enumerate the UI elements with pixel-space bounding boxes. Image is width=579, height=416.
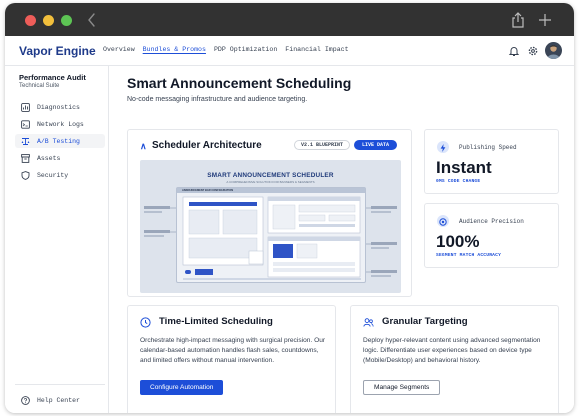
sidebar-item-label: Network Logs — [37, 120, 84, 128]
main-content: Smart Announcement Scheduling No-code me… — [109, 66, 574, 413]
metric-label: Audience Precision — [459, 218, 524, 225]
target-icon — [437, 215, 449, 227]
chevron-left-icon[interactable] — [85, 12, 99, 28]
metric-value: 100% — [436, 232, 480, 251]
manage-segments-button[interactable]: Manage Segments — [363, 380, 441, 395]
sidebar-subtitle: Technical Suite — [19, 83, 60, 89]
nav-link-bundles-promos[interactable]: Bundles & Promos — [143, 46, 206, 53]
page-title: Smart Announcement Scheduling — [127, 75, 352, 91]
avatar[interactable] — [545, 42, 562, 59]
nav-link-pdp-optimization[interactable]: PDP Optimization — [214, 46, 277, 53]
live-data-badge[interactable]: LIVE DATA — [354, 140, 398, 150]
version-badge: V2.1 BLUEPRINT — [294, 140, 351, 150]
minimize-window-button[interactable] — [43, 15, 54, 26]
metric-label: Publishing Speed — [459, 144, 517, 151]
sidebar-item-help-center[interactable]: Help Center — [15, 393, 105, 407]
metric-value: Instant — [436, 158, 492, 177]
title-bar — [5, 3, 574, 36]
sidebar-title: Performance Audit — [19, 73, 86, 82]
help-center-label: Help Center — [37, 396, 80, 404]
users-icon — [363, 318, 374, 327]
sidebar-item-label: A/B Testing — [37, 137, 80, 145]
gear-icon[interactable] — [527, 45, 539, 57]
nav-links: Overview Bundles & Promos PDP Optimizati… — [103, 46, 349, 53]
feature-description: Deploy hyper-relevant content using adva… — [363, 337, 541, 364]
audience-precision-card: Audience Precision 100% SEGMENT MATCH AC… — [424, 203, 559, 268]
lightning-icon — [437, 141, 449, 153]
sidebar-item-label: Security — [37, 171, 69, 179]
terminal-icon — [21, 119, 30, 129]
sidebar-item-diagnostics[interactable]: Diagnostics — [15, 100, 105, 114]
share-icon[interactable] — [510, 11, 526, 29]
sidebar-divider — [15, 384, 105, 385]
nav-link-overview[interactable]: Overview — [103, 46, 135, 53]
brand-logo[interactable]: Vapor Engine — [19, 44, 96, 58]
architecture-diagram: SMART ANNOUNCEMENT SCHEDULER A COMPREHEN… — [140, 160, 401, 293]
nav-link-financial-impact[interactable]: Financial Impact — [285, 46, 348, 53]
configure-automation-button[interactable]: Configure Automation — [140, 380, 224, 395]
top-navigation: Vapor Engine Overview Bundles & Promos P… — [5, 36, 574, 66]
ab-testing-icon — [21, 137, 30, 145]
sidebar-item-label: Assets — [37, 154, 61, 162]
zoom-window-button[interactable] — [61, 15, 72, 26]
app-window: Vapor Engine Overview Bundles & Promos P… — [5, 3, 574, 413]
sidebar-item-security[interactable]: Security — [15, 168, 105, 182]
publishing-speed-card: Publishing Speed Instant 0MS CODE CHANGE — [424, 129, 559, 194]
chevron-up-icon: ∧ — [140, 141, 147, 151]
sidebar-item-label: Diagnostics — [37, 103, 80, 111]
metric-caption: 0MS CODE CHANGE — [436, 179, 481, 184]
architecture-title: Scheduler Architecture — [152, 140, 262, 151]
sidebar-item-ab-testing[interactable]: A/B Testing — [15, 134, 105, 148]
sidebar-item-network-logs[interactable]: Network Logs — [15, 117, 105, 131]
assets-icon — [21, 153, 30, 163]
diagram-callouts — [144, 206, 397, 277]
feature-title: Time-Limited Scheduling — [159, 316, 273, 327]
shield-icon — [21, 170, 30, 180]
plus-icon[interactable] — [537, 12, 553, 28]
feature-title: Granular Targeting — [382, 316, 468, 327]
sidebar-item-assets[interactable]: Assets — [15, 151, 105, 165]
time-limited-scheduling-card: Time-Limited Scheduling Orchestrate high… — [127, 305, 336, 413]
help-icon — [21, 395, 30, 405]
feature-description: Orchestrate high-impact messaging with s… — [140, 337, 326, 364]
diagnostics-icon — [21, 102, 30, 112]
close-window-button[interactable] — [25, 15, 36, 26]
page-subtitle: No-code messaging infrastructure and aud… — [127, 96, 308, 103]
clock-icon — [140, 317, 151, 328]
architecture-card: ∧ Scheduler Architecture V2.1 BLUEPRINT … — [127, 129, 412, 297]
sidebar: Performance Audit Technical Suite Diagno… — [5, 66, 109, 413]
granular-targeting-card: Granular Targeting Deploy hyper-relevant… — [350, 305, 559, 413]
metric-caption: SEGMENT MATCH ACCURACY — [436, 253, 502, 258]
bell-icon[interactable] — [508, 45, 520, 57]
